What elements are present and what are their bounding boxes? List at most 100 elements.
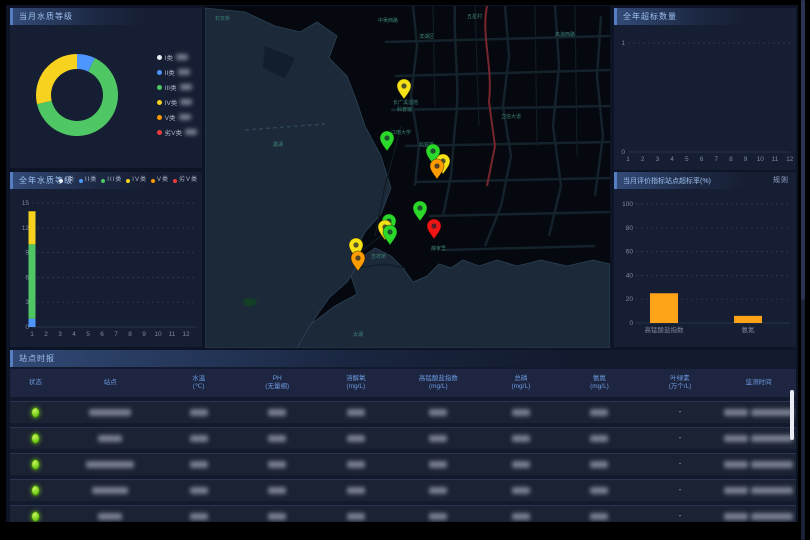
redacted-value [429,409,447,416]
page-scrollbar[interactable] [801,0,805,540]
redacted-value [590,487,608,494]
column-header-10: 监测时间 [721,379,796,387]
donut-legend-item-I类[interactable]: I类 [157,52,197,62]
redacted-value [590,409,608,416]
pin-hole [417,205,422,210]
cell [482,409,561,416]
table-scrollbar-thumb[interactable] [790,390,794,440]
donut-legend-item-III类[interactable]: III类 [157,82,197,92]
status-green-dot [31,485,40,496]
y-tick-label: 15 [22,200,30,207]
column-title: 站点 [61,379,159,387]
map-label: 高浪西路 [555,31,575,38]
stack-bar-III类-month1[interactable] [29,244,36,318]
donut-legend-item-IV类[interactable]: IV类 [157,97,197,107]
redacted-value [429,513,447,520]
cell [238,487,317,494]
cell [238,513,317,520]
cell [159,461,238,468]
legend-label: I类 [165,52,173,62]
redacted-value [86,461,134,468]
map-label: 太湖 [353,331,363,338]
panel-title-month-grade: 当月水质等级 [10,8,202,25]
stack-legend-item-V类[interactable]: V类 [151,172,169,189]
column-unit: (mg/L) [560,383,639,391]
page-scrollbar-thumb[interactable] [801,0,805,300]
rate-bar-高锰酸盐指数[interactable] [650,293,678,323]
column-title: 监测时间 [721,379,796,387]
year-grade-stacked-chart[interactable]: 03691215123456789101112 [10,189,202,347]
x-tick-label: 5 [86,331,90,338]
status-green-dot [31,407,40,418]
month-grade-donut-chart[interactable] [10,25,160,168]
rules-button[interactable]: 规则 [773,172,789,189]
stack-bar-II类-month1[interactable] [29,319,36,327]
cell [721,513,796,520]
redacted-value [512,513,530,520]
cell: - [639,409,722,416]
column-title: 溶解氧 [317,375,396,383]
cell [238,461,317,468]
x-tick-label: 6 [700,156,704,163]
y-tick-label: 12 [22,225,30,232]
donut-legend-item-劣V类[interactable]: 劣V类 [157,127,197,137]
stack-legend-item-I类[interactable]: I类 [59,172,75,189]
map-canvas[interactable]: 石瓦桥中吴西路滨湖区五星村高浪西路长广溪湿地科普馆江南大学北亚桥立信大道吉祥桥薛… [205,6,610,348]
stack-legend-item-II类[interactable]: II类 [79,172,97,189]
cell [159,487,238,494]
map-label: 科普馆 [397,106,412,113]
legend-dot [157,85,162,90]
stack-legend-item-III类[interactable]: III类 [101,172,122,189]
map-label: 蠡湖 [273,141,283,148]
donut-legend-item-V类[interactable]: V类 [157,112,197,122]
cell [61,435,159,442]
cell [395,435,481,442]
month-rate-bar-chart[interactable]: 020406080100高锰酸盐指数氨氮 [614,189,796,347]
rate-bar-氨氮[interactable] [734,316,762,323]
redacted-value [724,461,748,468]
stack-legend-item-劣V类[interactable]: 劣V类 [173,172,198,189]
y-tick-label: 40 [626,272,634,279]
redacted-value [179,114,191,120]
legend-dot [157,100,162,105]
year-exceed-chart[interactable]: 01123456789101112 [614,25,796,170]
legend-dot [59,179,63,183]
legend-dot [173,179,177,183]
table-row-3[interactable]: - [10,453,796,475]
map-label: 中吴西路 [378,17,398,24]
cell [317,487,396,494]
donut-legend-item-II类[interactable]: II类 [157,67,197,77]
legend-label: III类 [107,172,122,189]
redacted-value [429,461,447,468]
status-cell [10,433,61,444]
dashboard: 当月水质等级 I类II类III类IV类V类劣V类 全年水质等级 I类II类III… [6,5,798,522]
table-row-2[interactable]: - [10,427,796,449]
y-tick-label: 100 [622,201,633,208]
map-label: 吉祥桥 [371,253,386,260]
panel-title-year-exceed: 全年超标数量 [614,8,796,25]
stack-legend-item-IV类[interactable]: IV类 [126,172,147,189]
x-tick-label: 8 [729,156,733,163]
legend-label: 劣V类 [165,127,182,137]
table-row-1[interactable]: - [10,401,796,423]
y-tick-label: 20 [626,296,634,303]
donut-slice-IV类[interactable] [36,54,77,104]
redacted-value [751,461,793,468]
cell [482,513,561,520]
cell [560,409,639,416]
x-tick-label: 氨氮 [742,325,756,334]
column-title: 水温 [159,375,238,383]
legend-label: III类 [165,82,177,92]
cell [721,461,796,468]
column-header-8: 氨氮(mg/L) [560,375,639,391]
x-tick-label: 10 [757,156,765,163]
redacted-value [268,513,286,520]
redacted-value [190,461,208,468]
stack-bar-IV类-month1[interactable] [29,211,36,244]
table-row-5[interactable]: - [10,505,796,522]
table-title-text: 站点时报 [19,354,55,363]
column-unit: (mg/L) [482,383,561,391]
x-tick-label: 11 [772,156,779,163]
map-label: 五星村 [467,13,482,20]
table-row-4[interactable]: - [10,479,796,501]
